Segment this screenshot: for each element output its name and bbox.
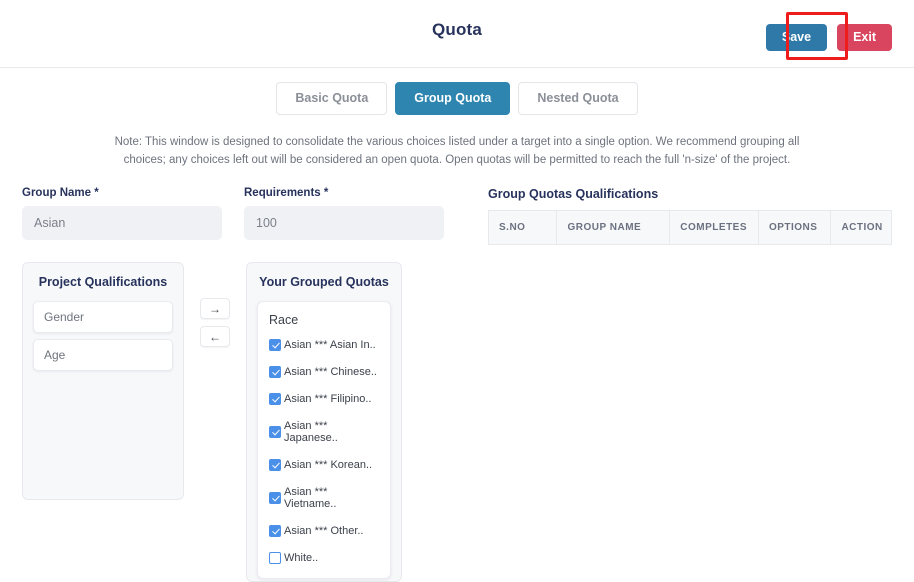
qualifications-transfer: Project Qualifications Gender Age → ← Yo…: [22, 262, 466, 582]
top-bar: Quota Save Exit: [0, 0, 914, 68]
list-item-label: Asian *** Filipino..: [284, 393, 372, 405]
requirements-input[interactable]: [244, 206, 444, 240]
left-column: Group Name * Requirements * Project Qual…: [22, 187, 466, 582]
tab-basic-quota[interactable]: Basic Quota: [276, 82, 388, 115]
list-item-label: White..: [284, 552, 319, 564]
project-qualifications-title: Project Qualifications: [38, 275, 168, 289]
save-button[interactable]: Save: [765, 24, 828, 51]
table-header-row: S.NO GROUP NAME COMPLETES OPTIONS ACTION: [487, 210, 892, 245]
checkbox-icon[interactable]: [269, 525, 281, 537]
table-header-sno[interactable]: S.NO: [487, 210, 558, 245]
checkbox-icon[interactable]: [269, 339, 281, 351]
move-left-arrow-icon-button[interactable]: ←: [200, 326, 230, 347]
grouped-quotas-title: Your Grouped Quotas: [259, 275, 389, 289]
group-name-label: Group Name *: [22, 187, 99, 199]
right-column: Group Quotas Qualifications S.NO GROUP N…: [466, 187, 892, 582]
table-header-group-name[interactable]: GROUP NAME: [556, 210, 671, 245]
grouped-quotas-panel: Your Grouped Quotas Race Asian *** Asian…: [246, 262, 402, 582]
list-item[interactable]: Asian *** Asian In..: [269, 339, 379, 351]
list-item[interactable]: Asian *** Japanese..: [269, 420, 379, 444]
move-right-arrow-icon-button[interactable]: →: [200, 298, 230, 319]
quota-type-tabs: Basic Quota Group Quota Nested Quota: [0, 82, 914, 115]
list-item-label: Asian *** Korean..: [284, 459, 373, 471]
tab-group-quota[interactable]: Group Quota: [395, 82, 511, 115]
list-item[interactable]: Asian *** Chinese..: [269, 366, 379, 378]
checkbox-icon[interactable]: [269, 426, 281, 438]
table-header-completes[interactable]: COMPLETES: [669, 210, 759, 245]
list-item[interactable]: Asian *** Filipino..: [269, 393, 379, 405]
transfer-arrow-buttons: → ←: [200, 298, 230, 347]
requirements-field-group: Requirements *: [244, 187, 444, 240]
list-item[interactable]: White..: [269, 552, 379, 564]
group-quotas-qualifications-title: Group Quotas Qualifications: [488, 187, 659, 201]
project-qualification-item-age[interactable]: Age: [33, 339, 173, 371]
tab-nested-quota[interactable]: Nested Quota: [518, 82, 638, 115]
list-item-label: Asian *** Chinese..: [284, 366, 377, 378]
top-actions: Save Exit: [765, 24, 892, 51]
checkbox-icon[interactable]: [269, 552, 281, 564]
checkbox-icon[interactable]: [269, 492, 281, 504]
list-item-label: Asian *** Asian In..: [284, 339, 376, 351]
list-item[interactable]: Asian *** Vietname..: [269, 486, 379, 510]
list-item-label: Asian *** Japanese..: [284, 420, 338, 444]
grouped-quotas-card-title: Race: [269, 313, 299, 327]
main-content: Group Name * Requirements * Project Qual…: [0, 187, 914, 582]
checkbox-icon[interactable]: [269, 459, 281, 471]
requirements-label: Requirements *: [244, 187, 329, 199]
list-item[interactable]: Asian *** Korean..: [269, 459, 379, 471]
checkbox-icon[interactable]: [269, 366, 281, 378]
group-quotas-qualifications-table: S.NO GROUP NAME COMPLETES OPTIONS ACTION: [487, 210, 892, 245]
group-fields-row: Group Name * Requirements *: [22, 187, 466, 240]
group-name-field-group: Group Name *: [22, 187, 222, 240]
list-item-label: Asian *** Vietname..: [284, 486, 337, 510]
checkbox-icon[interactable]: [269, 393, 281, 405]
project-qualification-item-gender[interactable]: Gender: [33, 301, 173, 333]
list-item-label: Asian *** Other..: [284, 525, 364, 537]
table-header-action[interactable]: ACTION: [830, 210, 892, 245]
exit-button[interactable]: Exit: [837, 24, 892, 51]
project-qualifications-panel: Project Qualifications Gender Age: [22, 262, 184, 500]
list-item[interactable]: Asian *** Other..: [269, 525, 379, 537]
info-note: Note: This window is designed to consoli…: [114, 136, 800, 166]
table-header-options[interactable]: OPTIONS: [757, 210, 832, 245]
grouped-quotas-card: Race Asian *** Asian In.. Asian *** Chin…: [257, 301, 391, 579]
group-name-input[interactable]: [22, 206, 222, 240]
